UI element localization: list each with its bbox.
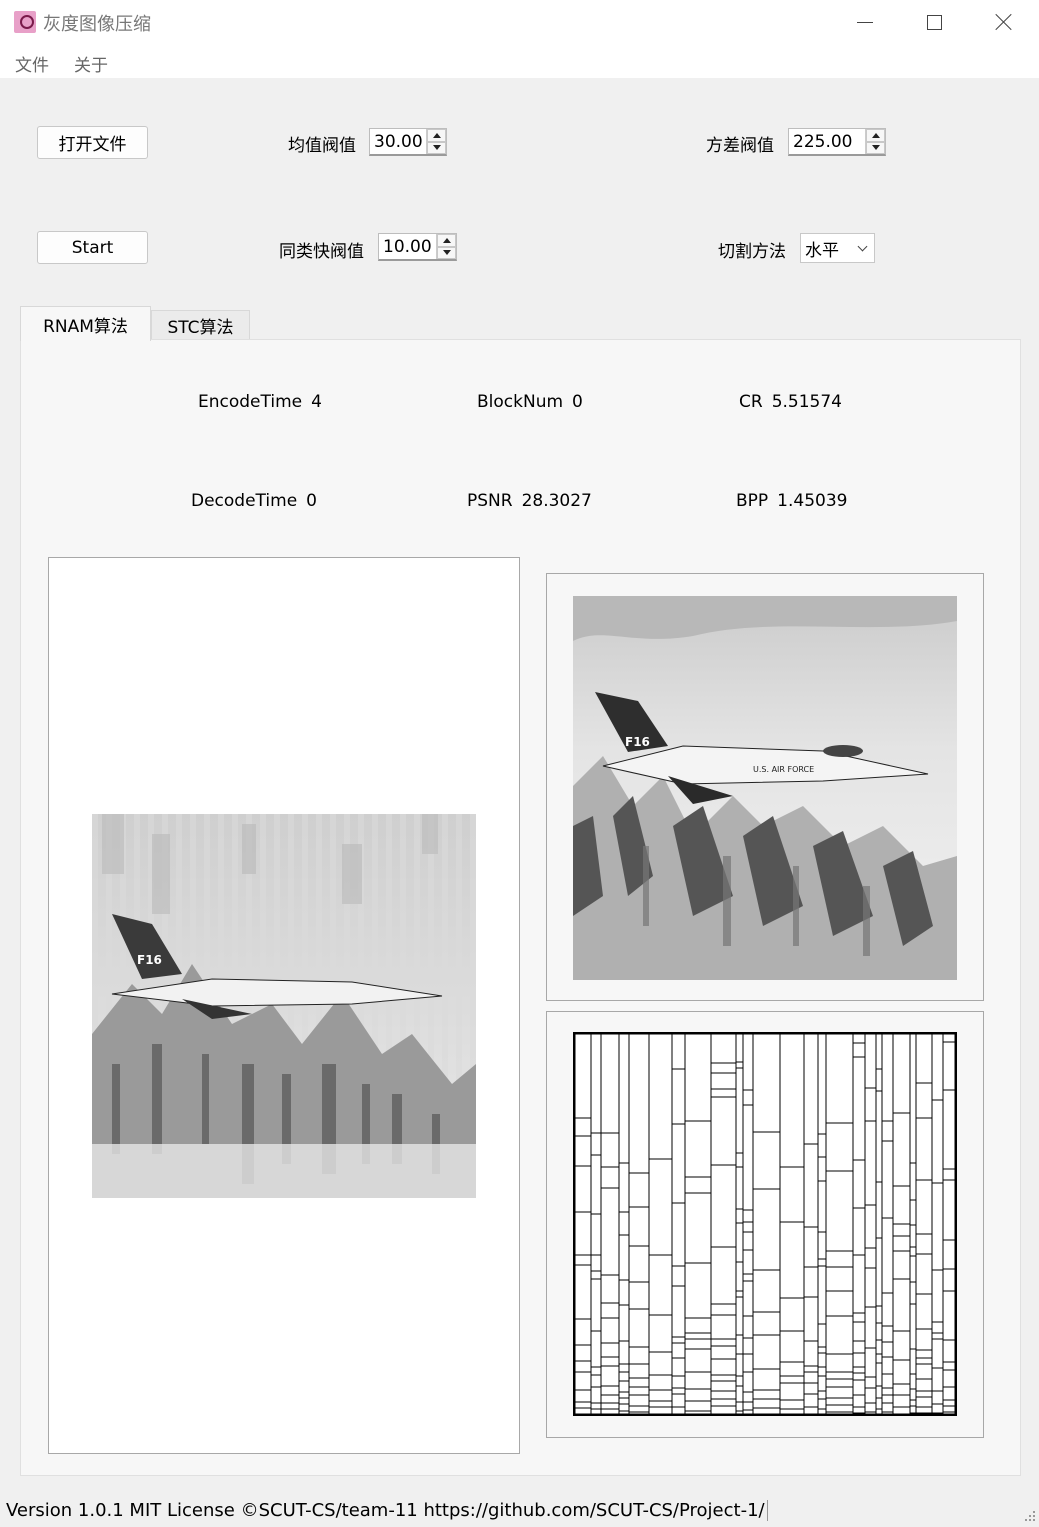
picture-app-icon xyxy=(14,11,36,33)
arrow-down-icon xyxy=(871,145,880,151)
svg-text:F16: F16 xyxy=(625,735,650,749)
chevron-down-icon xyxy=(857,241,868,252)
open-file-button[interactable]: 打开文件 xyxy=(37,126,148,159)
tab-stc[interactable]: STC算法 xyxy=(151,310,250,340)
variance-threshold-spinbox[interactable]: 225.00 xyxy=(788,128,886,156)
encode-time-stat: EncodeTime 4 xyxy=(198,392,322,412)
minimize-icon xyxy=(857,21,873,23)
variance-threshold-stepper xyxy=(865,129,885,154)
encode-time-label: EncodeTime xyxy=(198,392,303,412)
segmentation-image-frame xyxy=(546,1011,984,1438)
minimize-button[interactable] xyxy=(831,0,899,44)
similar-block-threshold-stepper xyxy=(436,234,456,259)
window-title: 灰度图像压缩 xyxy=(43,14,151,35)
variance-threshold-increment[interactable] xyxy=(866,129,885,142)
variance-threshold-decrement[interactable] xyxy=(866,141,885,154)
resize-grip-icon[interactable] xyxy=(1023,1511,1035,1523)
title-bar: 灰度图像压缩 xyxy=(0,0,1039,44)
bpp-label: BPP xyxy=(736,491,769,511)
mean-threshold-stepper xyxy=(426,129,446,154)
status-text: Version 1.0.1 MIT License ©SCUT-CS/team-… xyxy=(6,1500,768,1521)
decode-time-value: 0 xyxy=(306,491,317,511)
decoded-image-frame: F16 xyxy=(48,557,520,1454)
partition-block xyxy=(931,1412,944,1415)
mean-threshold-increment[interactable] xyxy=(427,129,446,142)
variance-threshold-label: 方差阀值 xyxy=(706,136,774,156)
bpp-value: 1.45039 xyxy=(777,491,848,511)
psnr-stat: PSNR 28.3027 xyxy=(467,491,592,511)
svg-text:F16: F16 xyxy=(137,953,162,967)
mean-threshold-value[interactable]: 30.00 xyxy=(370,132,426,152)
arrow-up-icon xyxy=(871,132,880,138)
menu-file[interactable]: 文件 xyxy=(15,51,49,76)
cr-label: CR xyxy=(739,392,763,412)
close-button[interactable] xyxy=(970,0,1038,44)
original-image-frame: F16 U.S. AIR FORCE xyxy=(546,573,984,1001)
similar-block-threshold-label: 同类快阀值 xyxy=(279,242,364,262)
encode-time-value: 4 xyxy=(311,392,322,412)
similar-block-threshold-increment[interactable] xyxy=(437,234,456,247)
status-bar: Version 1.0.1 MIT License ©SCUT-CS/team-… xyxy=(0,1494,1039,1527)
menu-bar: 文件 关于 xyxy=(0,44,1039,78)
arrow-down-icon xyxy=(442,250,451,256)
tab-rnam[interactable]: RNAM算法 xyxy=(20,306,151,341)
arrow-up-icon xyxy=(432,132,441,138)
original-image: F16 U.S. AIR FORCE xyxy=(573,596,957,980)
partition-block xyxy=(852,1412,866,1415)
partition-block xyxy=(915,1412,933,1415)
close-icon xyxy=(995,13,1013,31)
segmentation-image xyxy=(573,1032,957,1416)
similar-block-threshold-spinbox[interactable]: 10.00 xyxy=(378,233,457,261)
arrow-down-icon xyxy=(432,145,441,151)
split-method-label: 切割方法 xyxy=(718,242,786,262)
block-num-stat: BlockNum 0 xyxy=(477,392,583,412)
block-num-label: BlockNum xyxy=(477,392,564,412)
psnr-value: 28.3027 xyxy=(521,491,592,511)
partition-block xyxy=(909,1412,917,1415)
decode-time-stat: DecodeTime 0 xyxy=(191,491,317,511)
svg-text:U.S. AIR FORCE: U.S. AIR FORCE xyxy=(753,765,814,774)
bpp-stat: BPP 1.45039 xyxy=(736,491,847,511)
block-num-value: 0 xyxy=(572,392,583,412)
mean-threshold-spinbox[interactable]: 30.00 xyxy=(369,128,447,156)
variance-threshold-value[interactable]: 225.00 xyxy=(789,132,865,152)
cr-value: 5.51574 xyxy=(771,392,842,412)
maximize-icon xyxy=(926,14,942,30)
decoded-image: F16 xyxy=(92,814,476,1198)
maximize-button[interactable] xyxy=(900,0,968,44)
psnr-label: PSNR xyxy=(467,491,513,511)
mean-threshold-decrement[interactable] xyxy=(427,141,446,154)
mean-threshold-label: 均值阀值 xyxy=(288,136,356,156)
cr-stat: CR 5.51574 xyxy=(739,392,842,412)
menu-about[interactable]: 关于 xyxy=(74,51,108,76)
arrow-up-icon xyxy=(442,237,451,243)
similar-block-threshold-value[interactable]: 10.00 xyxy=(379,237,436,257)
split-method-value: 水平 xyxy=(805,240,839,261)
decode-time-label: DecodeTime xyxy=(191,491,298,511)
start-button[interactable]: Start xyxy=(37,231,148,264)
split-method-select[interactable]: 水平 xyxy=(800,233,875,263)
similar-block-threshold-decrement[interactable] xyxy=(437,246,456,259)
